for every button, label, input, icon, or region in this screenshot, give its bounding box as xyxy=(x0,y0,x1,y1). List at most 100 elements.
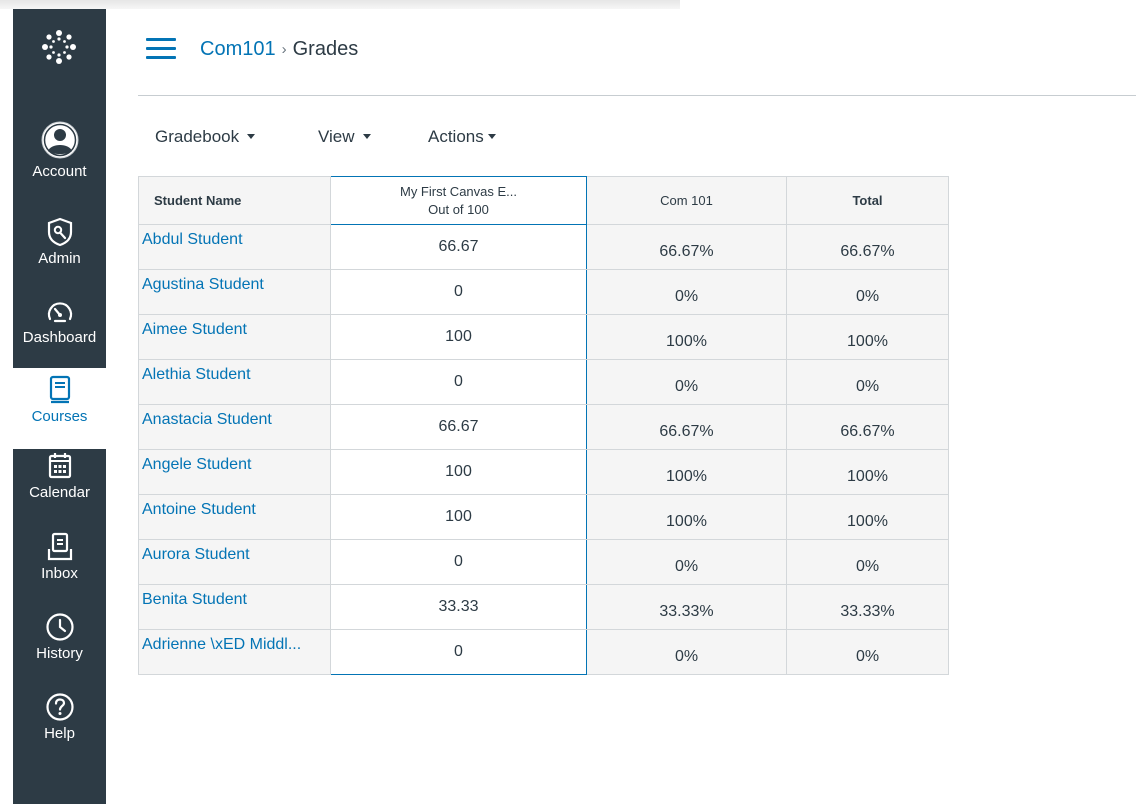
table-row: Agustina Student 0 0% 0% xyxy=(138,269,949,315)
total-grade-cell: 100% xyxy=(786,449,949,495)
table-row: Anastacia Student 66.67 66.67% 66.67% xyxy=(138,404,949,450)
table-row: Abdul Student 66.67 66.67% 66.67% xyxy=(138,224,949,270)
column-header-assignment-group[interactable]: Com 101 xyxy=(586,176,787,225)
student-name-link[interactable]: Agustina Student xyxy=(142,276,264,293)
assignment-group-grade-cell: 0% xyxy=(586,359,787,405)
caret-down-icon xyxy=(362,134,371,140)
shield-icon xyxy=(47,217,72,247)
breadcrumb-separator-icon: › xyxy=(281,41,287,58)
total-grade-cell: 66.67% xyxy=(786,224,949,270)
assignment-group-grade-cell: 0% xyxy=(586,629,787,675)
assignment-score-cell[interactable]: 100 xyxy=(330,314,587,360)
student-name-link[interactable]: Alethia Student xyxy=(142,366,251,383)
nav-item-inbox[interactable]: Inbox xyxy=(13,532,106,604)
caret-down-icon xyxy=(247,134,256,140)
total-grade-cell: 0% xyxy=(786,539,949,585)
nav-label: History xyxy=(36,645,83,662)
column-header-student-name[interactable]: Student Name xyxy=(138,176,331,225)
assignment-group-grade-cell: 33.33% xyxy=(586,584,787,630)
nav-item-history[interactable]: History xyxy=(13,612,106,684)
account-icon xyxy=(41,121,78,159)
nav-item-help[interactable]: Help xyxy=(13,692,106,764)
total-grade-cell: 33.33% xyxy=(786,584,949,630)
actions-menu-label: Actions xyxy=(428,127,484,146)
column-header-assignment[interactable]: My First Canvas E... Out of 100 xyxy=(330,176,587,225)
total-grade-cell: 0% xyxy=(786,359,949,405)
assignment-score-cell[interactable]: 100 xyxy=(330,494,587,540)
student-name-link[interactable]: Adrienne \xED Middl... xyxy=(142,636,301,653)
actions-menu-button[interactable]: Actions xyxy=(428,126,496,148)
assignment-points: Out of 100 xyxy=(428,201,489,217)
nav-item-dashboard[interactable]: Dashboard xyxy=(13,298,106,370)
student-name-cell: Aurora Student xyxy=(138,539,331,585)
table-row: Alethia Student 0 0% 0% xyxy=(138,359,949,405)
nav-item-admin[interactable]: Admin xyxy=(13,217,106,289)
assignment-title: My First Canvas E... xyxy=(399,183,518,199)
assignment-group-grade-cell: 66.67% xyxy=(586,404,787,450)
assignment-score-cell[interactable]: 0 xyxy=(330,629,587,675)
student-name-cell: Anastacia Student xyxy=(138,404,331,450)
caret-down-icon xyxy=(487,134,496,140)
header-row: Student Name My First Canvas E... Out of… xyxy=(138,176,949,225)
assignment-group-grade-cell: 100% xyxy=(586,314,787,360)
assignment-score-cell[interactable]: 66.67 xyxy=(330,404,587,450)
table-row: Aimee Student 100 100% 100% xyxy=(138,314,949,360)
nav-item-courses[interactable]: Courses xyxy=(13,368,106,449)
clock-icon xyxy=(45,613,74,641)
student-name-link[interactable]: Angele Student xyxy=(142,456,251,473)
total-grade-cell: 0% xyxy=(786,629,949,675)
global-nav: Account Admin Dashboard Courses Calendar… xyxy=(13,9,106,804)
breadcrumb-course-link[interactable]: Com101 xyxy=(200,38,276,60)
assignment-score-cell[interactable]: 100 xyxy=(330,449,587,495)
inbox-icon xyxy=(47,532,72,561)
canvas-logo-icon[interactable] xyxy=(39,27,79,67)
student-name-link[interactable]: Abdul Student xyxy=(142,231,243,248)
speedometer-icon xyxy=(47,302,72,323)
student-name-cell: Antoine Student xyxy=(138,494,331,540)
total-grade-cell: 100% xyxy=(786,494,949,540)
nav-label: Account xyxy=(32,163,87,180)
student-name-cell: Abdul Student xyxy=(138,224,331,270)
nav-label: Admin xyxy=(38,250,81,267)
book-icon xyxy=(49,375,70,404)
view-menu-button[interactable]: View xyxy=(318,126,371,148)
table-row: Angele Student 100 100% 100% xyxy=(138,449,949,495)
table-row: Adrienne \xED Middl... 0 0% 0% xyxy=(138,629,949,675)
assignment-score-cell[interactable]: 33.33 xyxy=(330,584,587,630)
student-name-cell: Agustina Student xyxy=(138,269,331,315)
assignment-score-cell[interactable]: 0 xyxy=(330,359,587,405)
total-grade-cell: 0% xyxy=(786,269,949,315)
student-name-link[interactable]: Antoine Student xyxy=(142,501,256,518)
course-menu-toggle-icon[interactable] xyxy=(146,38,176,62)
total-grade-cell: 66.67% xyxy=(786,404,949,450)
gradebook-menu-button[interactable]: Gradebook xyxy=(155,126,256,148)
column-header-total[interactable]: Total xyxy=(786,176,949,225)
assignment-group-grade-cell: 100% xyxy=(586,494,787,540)
student-name-cell: Benita Student xyxy=(138,584,331,630)
assignment-score-cell[interactable]: 66.67 xyxy=(330,224,587,270)
student-name-cell: Adrienne \xED Middl... xyxy=(138,629,331,675)
student-name-link[interactable]: Benita Student xyxy=(142,591,247,608)
assignment-score-cell[interactable]: 0 xyxy=(330,539,587,585)
assignment-group-grade-cell: 66.67% xyxy=(586,224,787,270)
nav-item-account[interactable]: Account xyxy=(13,120,106,200)
student-name-cell: Alethia Student xyxy=(138,359,331,405)
assignment-score-cell[interactable]: 0 xyxy=(330,269,587,315)
gradebook-grid: Student Name My First Canvas E... Out of… xyxy=(138,176,949,675)
header-divider xyxy=(138,95,1136,96)
table-row: Antoine Student 100 100% 100% xyxy=(138,494,949,540)
student-name-link[interactable]: Aurora Student xyxy=(142,546,250,563)
breadcrumb: Com101 › Grades xyxy=(200,36,358,64)
assignment-group-grade-cell: 0% xyxy=(586,269,787,315)
nav-item-calendar[interactable]: Calendar xyxy=(13,451,106,523)
student-name-cell: Angele Student xyxy=(138,449,331,495)
nav-label: Courses xyxy=(31,408,88,425)
total-grade-cell: 100% xyxy=(786,314,949,360)
nav-label: Dashboard xyxy=(22,329,97,346)
student-name-link[interactable]: Anastacia Student xyxy=(142,411,272,428)
student-name-cell: Aimee Student xyxy=(138,314,331,360)
assignment-group-grade-cell: 100% xyxy=(586,449,787,495)
student-name-link[interactable]: Aimee Student xyxy=(142,321,247,338)
help-icon xyxy=(45,693,74,721)
nav-label: Help xyxy=(44,725,75,742)
